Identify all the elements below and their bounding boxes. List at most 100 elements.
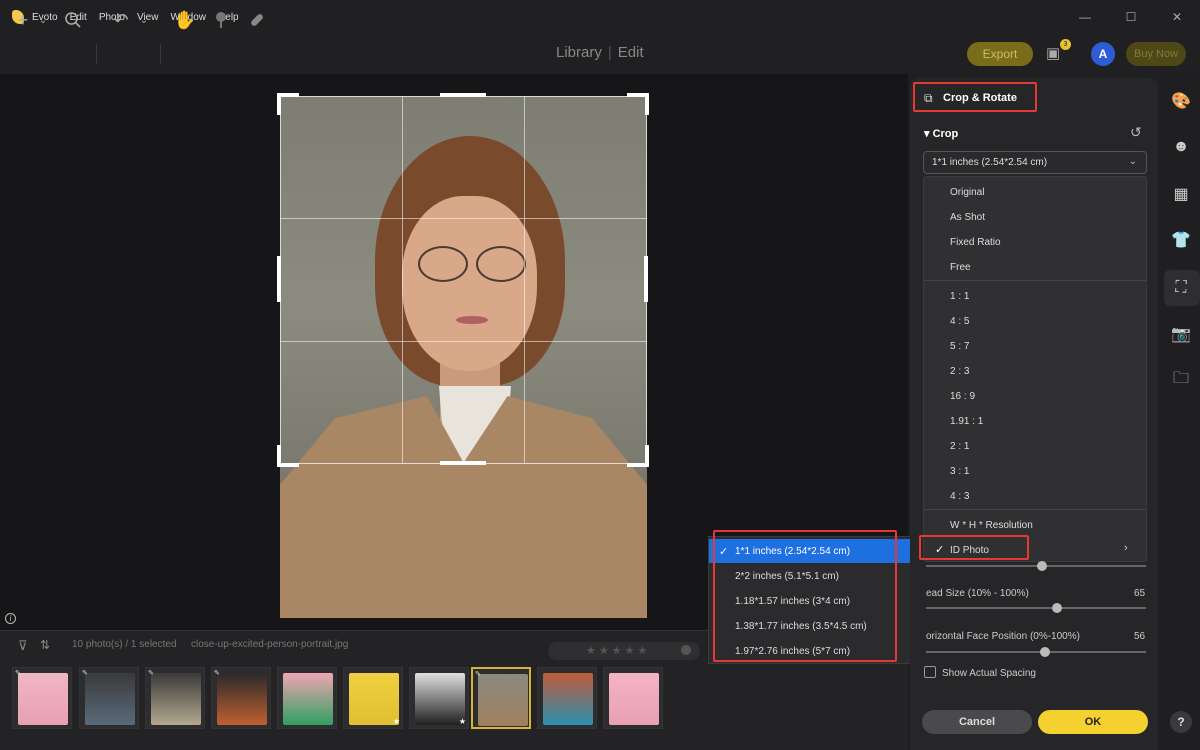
thumbnail[interactable]: ★ bbox=[409, 667, 469, 729]
crop-handle-bottom[interactable] bbox=[440, 461, 486, 465]
sort-icon[interactable]: ⇅ bbox=[40, 638, 50, 652]
head-size-label: ead Size (10% - 100%) bbox=[926, 588, 1029, 599]
edit-pin-icon: ✎ bbox=[15, 670, 21, 677]
export-button[interactable]: Export bbox=[967, 42, 1033, 66]
crop-handle-bottom-right[interactable] bbox=[627, 445, 649, 467]
info-icon[interactable]: i bbox=[5, 613, 16, 624]
crop-grid-line bbox=[402, 96, 403, 464]
crop-handle-bottom-left[interactable] bbox=[277, 445, 299, 467]
dd-item-original[interactable]: Original bbox=[950, 187, 984, 198]
crop-section-header[interactable]: ▾ Crop bbox=[924, 127, 958, 140]
crop-icon[interactable]: ⛶ bbox=[1171, 278, 1191, 298]
dd-item-fixed-ratio[interactable]: Fixed Ratio bbox=[950, 237, 1001, 248]
dd-item-ratio[interactable]: 16 : 9 bbox=[950, 391, 975, 402]
highlight-box-id-photo bbox=[919, 535, 1029, 560]
star-rating[interactable]: ★★★★★ bbox=[586, 644, 650, 657]
thumbnail[interactable]: ✎ bbox=[79, 667, 139, 729]
edit-pin-icon: ✎ bbox=[475, 671, 481, 678]
dd-item-ratio[interactable]: 1 : 1 bbox=[950, 291, 969, 302]
thumbnail[interactable] bbox=[277, 667, 337, 729]
crop-handle-top-left[interactable] bbox=[277, 93, 299, 115]
crop-preset-select[interactable]: 1*1 inches (2.54*2.54 cm) ⌄ bbox=[923, 151, 1147, 174]
color-label-icon[interactable] bbox=[681, 645, 691, 655]
toolbar-divider bbox=[160, 44, 161, 64]
thumbnail[interactable] bbox=[603, 667, 663, 729]
gradient-icon[interactable]: ▦ bbox=[1171, 184, 1191, 204]
head-size-value: 65 bbox=[1134, 588, 1146, 599]
app-window: Evoto Edit Photo View Window Help — ☐ ✕ … bbox=[0, 0, 1200, 750]
crop-handle-left[interactable] bbox=[277, 256, 281, 302]
cancel-button[interactable]: Cancel bbox=[922, 710, 1032, 734]
face-position-slider[interactable] bbox=[926, 651, 1146, 653]
dd-item-ratio[interactable]: 2 : 3 bbox=[950, 366, 969, 377]
palette-icon[interactable]: 🎨 bbox=[1171, 91, 1191, 111]
head-size-slider[interactable] bbox=[926, 607, 1146, 609]
edit-pin-icon: ✎ bbox=[214, 670, 220, 677]
hand-icon[interactable]: ✋ bbox=[174, 6, 196, 34]
close-icon[interactable]: ✕ bbox=[1154, 0, 1200, 34]
highlight-box-submenu bbox=[713, 530, 897, 662]
head-size-knob[interactable] bbox=[1052, 603, 1062, 613]
thumbnail[interactable]: ✎ bbox=[12, 667, 72, 729]
thumbnail[interactable]: ★ bbox=[343, 667, 403, 729]
dd-item-free[interactable]: Free bbox=[950, 262, 971, 273]
folder-eye-icon[interactable]: 🗀 bbox=[1171, 370, 1191, 390]
edit-tab[interactable]: Edit bbox=[618, 44, 644, 61]
notification-badge: 3 bbox=[1060, 39, 1071, 50]
thumbnail[interactable]: ✎ bbox=[211, 667, 271, 729]
crop-handle-top-right[interactable] bbox=[627, 93, 649, 115]
chevron-down-icon: ⌄ bbox=[1128, 156, 1137, 167]
show-spacing-checkbox[interactable] bbox=[924, 666, 936, 678]
maximize-icon[interactable]: ☐ bbox=[1108, 0, 1154, 34]
crop-frame[interactable] bbox=[280, 96, 647, 464]
search-icon[interactable] bbox=[62, 6, 84, 34]
mode-separator: | bbox=[607, 44, 612, 61]
notification-icon[interactable]: ▣ 3 bbox=[1046, 39, 1071, 62]
undo-history-chevron-icon[interactable]: ⌄ bbox=[138, 6, 150, 34]
dd-item-resolution[interactable]: W * H * Resolution bbox=[950, 520, 1033, 531]
dd-item-ratio[interactable]: 2 : 1 bbox=[950, 441, 969, 452]
filter-icon[interactable]: ⊽ bbox=[18, 638, 28, 654]
camera-icon[interactable]: 📷 bbox=[1171, 324, 1191, 344]
dd-item-ratio[interactable]: 4 : 3 bbox=[950, 491, 969, 502]
face-icon[interactable]: ☻ bbox=[1171, 137, 1191, 157]
dd-item-ratio[interactable]: 5 : 7 bbox=[950, 341, 969, 352]
dd-item-ratio[interactable]: 3 : 1 bbox=[950, 466, 969, 477]
crop-grid-line bbox=[524, 96, 525, 464]
chevron-down-icon[interactable]: ⌄ bbox=[36, 6, 50, 34]
minimize-icon[interactable]: — bbox=[1062, 0, 1108, 34]
help-button[interactable]: ? bbox=[1170, 711, 1192, 733]
dd-item-as-shot[interactable]: As Shot bbox=[950, 212, 985, 223]
shirt-icon[interactable]: 👕 bbox=[1171, 230, 1191, 250]
undo-icon[interactable]: ↶ bbox=[110, 6, 132, 34]
crop-handle-right[interactable] bbox=[644, 256, 648, 302]
tree-icon[interactable] bbox=[210, 6, 232, 34]
thumbnail[interactable]: ✎ bbox=[145, 667, 205, 729]
dd-item-ratio[interactable]: 1.91 : 1 bbox=[950, 416, 983, 427]
edit-pin-icon: ✎ bbox=[148, 670, 154, 677]
buy-now-button[interactable]: Buy Now bbox=[1126, 42, 1186, 66]
reset-icon[interactable]: ↺ bbox=[1130, 124, 1142, 141]
file-name: close-up-excited-person-portrait.jpg bbox=[191, 639, 349, 650]
rating-bar[interactable]: ★★★★★ bbox=[548, 642, 700, 660]
library-tab[interactable]: Library bbox=[556, 44, 602, 61]
plus-icon[interactable]: + bbox=[12, 6, 34, 34]
tool-rail bbox=[1160, 78, 1200, 750]
crop-grid-line bbox=[280, 218, 647, 219]
thumbnail-selected[interactable]: ✎ bbox=[471, 667, 531, 729]
thumbnail[interactable] bbox=[537, 667, 597, 729]
show-spacing-label: Show Actual Spacing bbox=[942, 668, 1036, 679]
slider-knob[interactable] bbox=[1037, 561, 1047, 571]
crop-handle-top[interactable] bbox=[440, 93, 486, 97]
star-icon: ★ bbox=[458, 717, 466, 726]
dd-divider bbox=[924, 509, 1146, 510]
face-position-label: orizontal Face Position (0%-100%) bbox=[926, 631, 1080, 642]
slider-track[interactable] bbox=[926, 565, 1146, 567]
mode-switcher: Library | Edit bbox=[556, 44, 644, 61]
dd-divider bbox=[924, 280, 1146, 281]
dd-item-ratio[interactable]: 4 : 5 bbox=[950, 316, 969, 327]
bandage-icon[interactable] bbox=[246, 6, 268, 34]
face-position-knob[interactable] bbox=[1040, 647, 1050, 657]
ok-button[interactable]: OK bbox=[1038, 710, 1148, 734]
avatar[interactable]: A bbox=[1091, 42, 1115, 66]
